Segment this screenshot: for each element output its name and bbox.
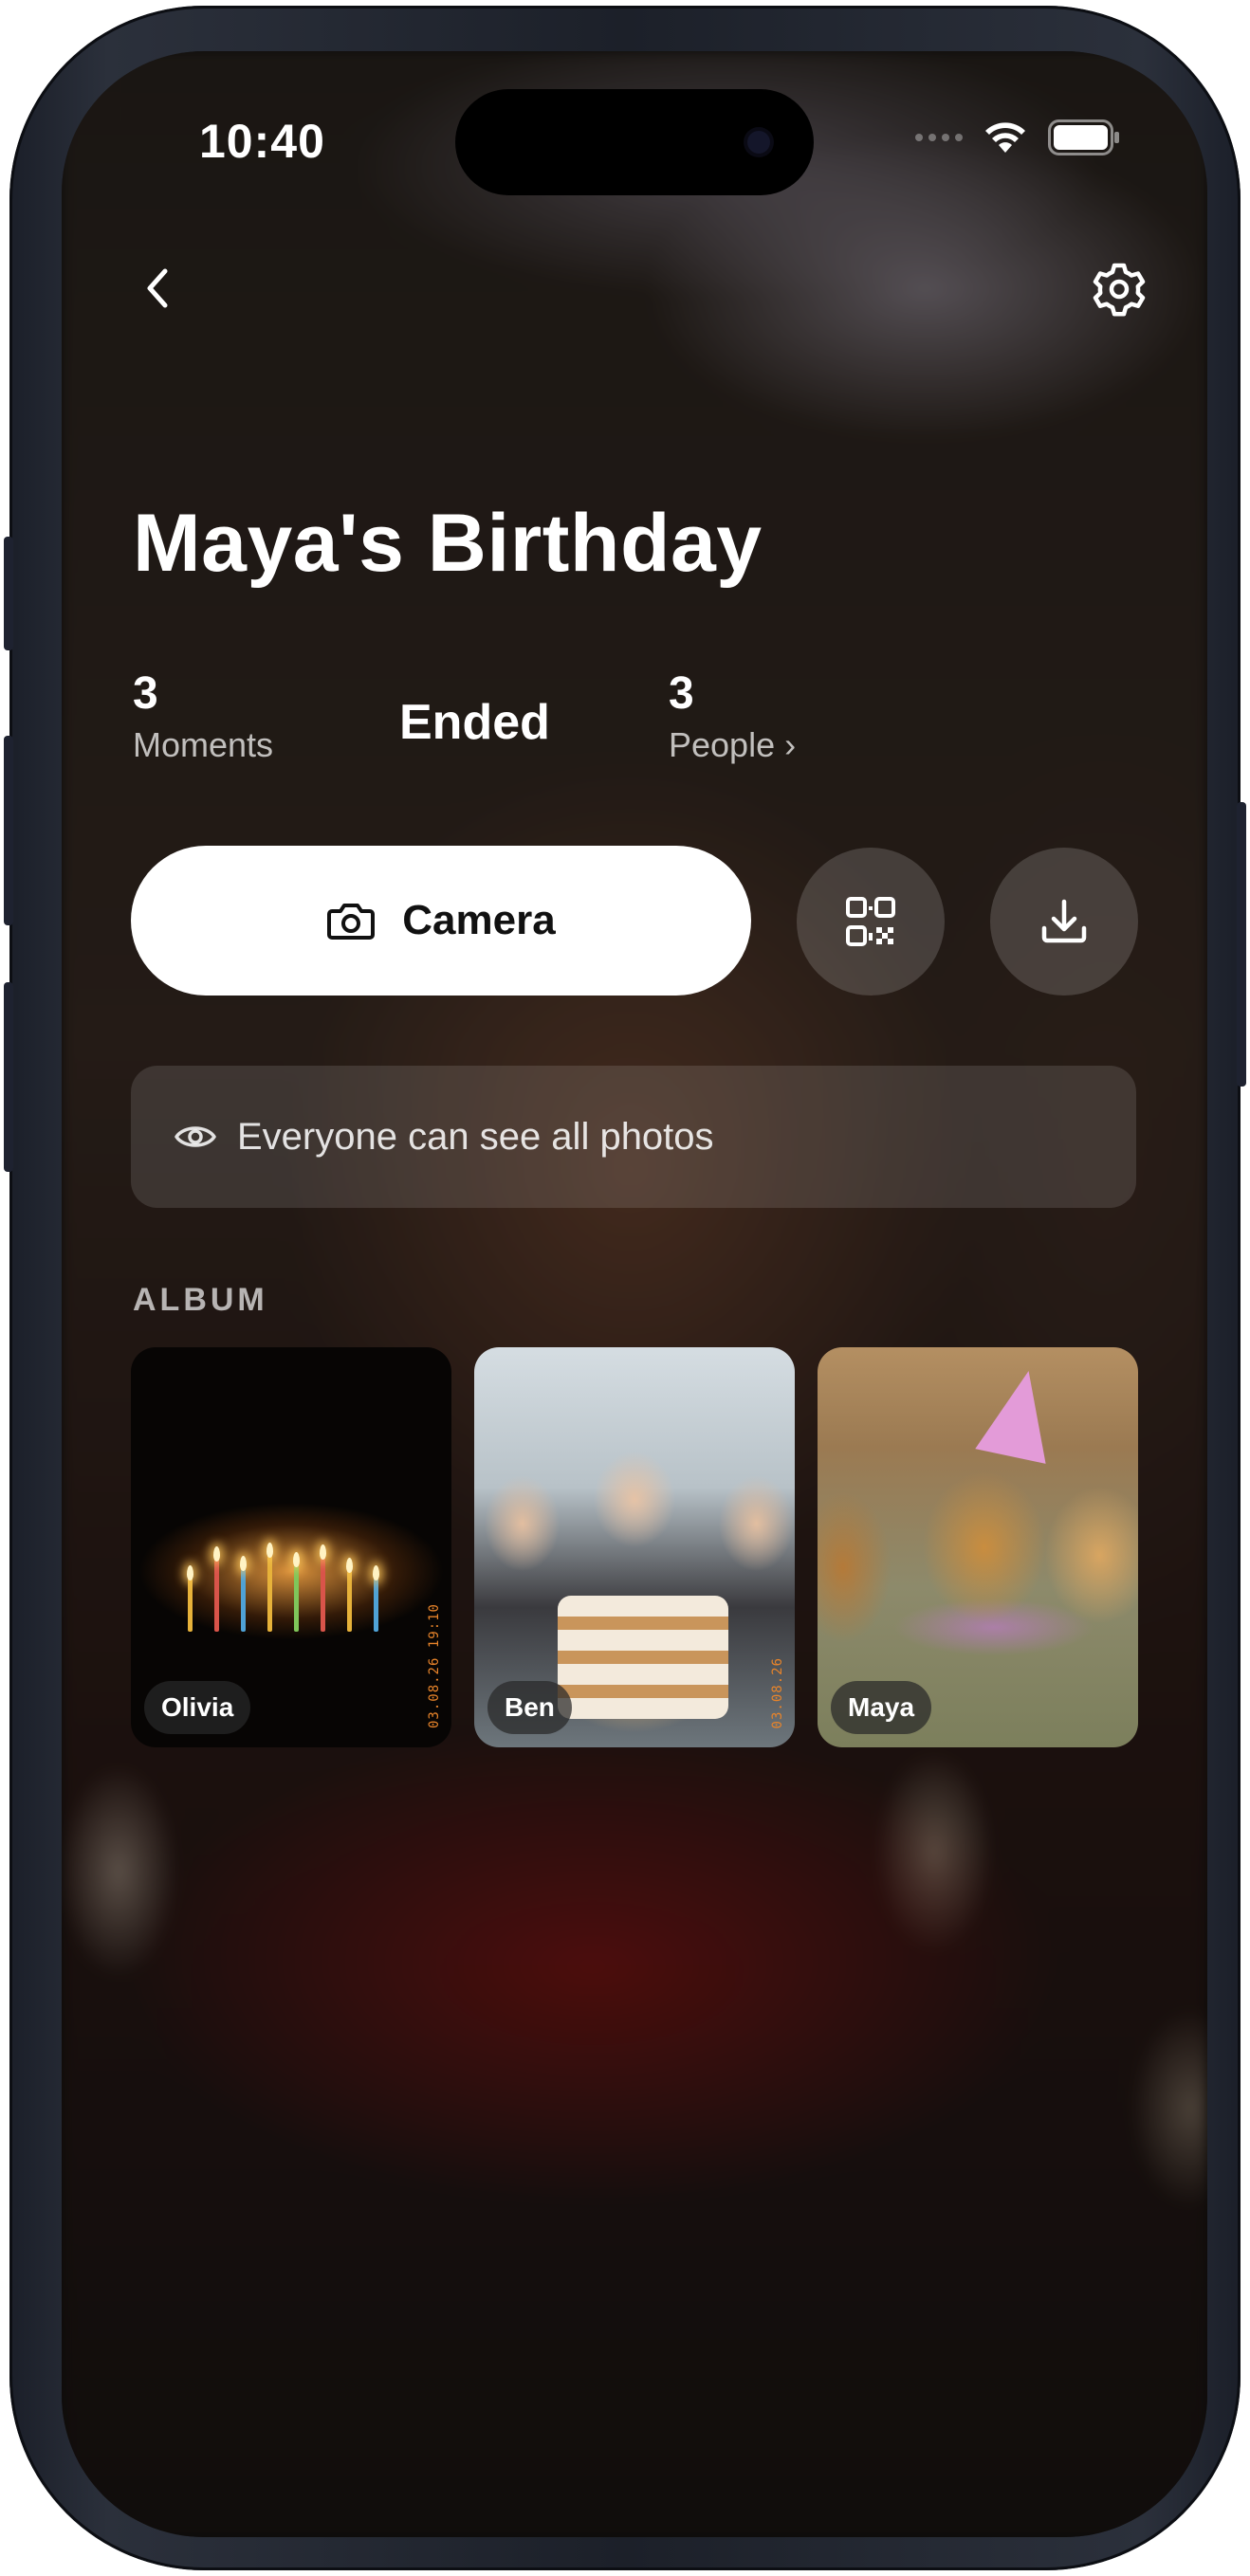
moments-label: Moments (133, 725, 274, 764)
qr-code-icon (846, 897, 895, 946)
eye-icon (175, 1126, 216, 1147)
screen: 10:40 Maya's Birthday 3 Moments Ended 3 … (62, 51, 1207, 2537)
camera-button-label: Camera (402, 897, 556, 943)
status-icons (915, 119, 1120, 155)
album-photo-maya[interactable]: Maya (818, 1347, 1138, 1747)
album-photo-olivia[interactable]: 03.08.26 19:10 Olivia (131, 1347, 451, 1747)
photo-author-chip: Maya (831, 1681, 932, 1734)
wifi-icon (985, 122, 1025, 153)
photo-author-chip: Olivia (144, 1681, 251, 1734)
photo-timestamp: 03.08.26 (770, 1656, 785, 1728)
action-button (4, 537, 13, 650)
moments-count: 3 (133, 668, 158, 719)
phone-frame: 10:40 Maya's Birthday 3 Moments Ended 3 … (4, 6, 1246, 2570)
event-title: Maya's Birthday (133, 498, 763, 589)
dynamic-island (455, 89, 814, 195)
candles-image (169, 1537, 415, 1651)
back-button[interactable] (119, 250, 194, 326)
download-icon (1041, 899, 1087, 943)
album-section-label: ALBUM (133, 1282, 268, 1318)
status-time: 10:40 (199, 115, 325, 168)
signal-icon (915, 134, 963, 141)
visibility-text: Everyone can see all photos (237, 1115, 714, 1158)
qr-code-button[interactable] (797, 848, 945, 996)
gear-icon (1093, 263, 1146, 317)
people-label[interactable]: People › (669, 725, 796, 765)
settings-button[interactable] (1076, 247, 1162, 332)
camera-button[interactable]: Camera (131, 846, 751, 996)
album-photo-ben[interactable]: 03.08.26 Ben (474, 1347, 795, 1747)
album-grid: 03.08.26 19:10 Olivia 03.08.26 Ben Maya (131, 1347, 1138, 1747)
volume-up-button (4, 736, 13, 925)
volume-down-button (4, 982, 13, 1172)
party-hat-image (975, 1363, 1064, 1464)
visibility-banner: Everyone can see all photos (131, 1066, 1136, 1208)
people-stat[interactable]: 3 People › (669, 667, 796, 765)
camera-icon (327, 904, 376, 940)
photo-timestamp: 03.08.26 19:10 (427, 1602, 442, 1728)
photo-author-chip: Ben (487, 1681, 572, 1734)
download-button[interactable] (990, 848, 1138, 996)
power-button (1237, 802, 1246, 1087)
chevron-left-icon (147, 268, 168, 308)
people-count: 3 (669, 668, 694, 719)
cake-image (558, 1596, 728, 1719)
battery-icon (1048, 119, 1119, 155)
event-status: Ended (399, 695, 550, 750)
moments-stat: 3 Moments (133, 667, 273, 765)
